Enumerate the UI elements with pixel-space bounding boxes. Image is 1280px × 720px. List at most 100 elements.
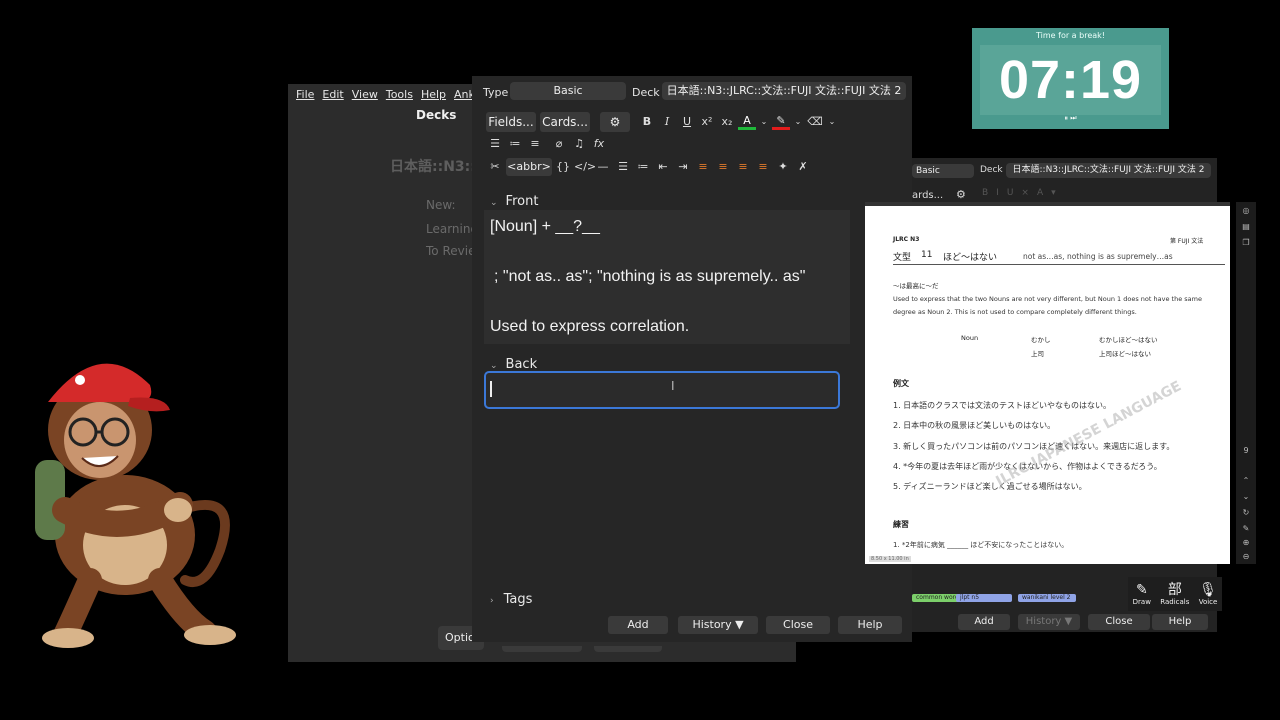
- radicals-tool[interactable]: 部 Radicals: [1160, 582, 1189, 606]
- cloze-icon[interactable]: ✂: [486, 158, 504, 176]
- editor-toolbar-row1: Fields... Cards... ⚙ B I U x² x₂ A ⌄ ✎ ⌄…: [486, 112, 838, 132]
- back-label[interactable]: ⌄ Back: [490, 353, 537, 372]
- attach-icon[interactable]: ⌀: [550, 135, 568, 153]
- pdf-explanation: Used to express that the two Nouns are n…: [893, 295, 1202, 316]
- pdf-meaning: not as…as, nothing is as supremely…as: [1023, 252, 1173, 261]
- editor-toolbar-row3: ✂ <abbr> {} </> — ☰ ≔ ⇤ ⇥ ≡ ≡ ≡ ≡ ✦ ✗: [486, 158, 812, 176]
- pdf-pattern: ほど〜はない: [943, 253, 998, 263]
- refresh-icon[interactable]: ↻: [1236, 508, 1256, 522]
- fields-button[interactable]: Fields...: [486, 112, 536, 132]
- note-type-selector[interactable]: Basic: [912, 164, 974, 178]
- history-button[interactable]: History ▼: [1018, 614, 1080, 630]
- zoom-in-icon[interactable]: ⊕: [1236, 538, 1256, 552]
- text-caret: [490, 381, 492, 397]
- add-button[interactable]: Add: [958, 614, 1010, 630]
- tag-chip[interactable]: jlpt n5: [956, 594, 1012, 602]
- abbr-button[interactable]: <abbr>: [506, 158, 552, 176]
- superscript-icon[interactable]: x²: [698, 113, 716, 131]
- bold-icon[interactable]: B: [638, 113, 656, 131]
- timer-controls[interactable]: ⏸ ⏭: [972, 114, 1169, 123]
- pdf-examples-heading: 例文: [893, 379, 909, 388]
- chevron-down-icon: ⌄: [490, 198, 498, 208]
- unordered-list-icon[interactable]: ☰: [614, 158, 632, 176]
- stat-learning: Learning: [426, 222, 479, 236]
- chevron-down-icon[interactable]: ⌄: [1236, 492, 1256, 506]
- subscript-icon[interactable]: x₂: [718, 113, 736, 131]
- pdf-example: 5. ディズニーランドほど楽しく過ごせる場所はない。: [893, 482, 1087, 491]
- cards-button[interactable]: Cards...: [540, 112, 590, 132]
- deck-name[interactable]: 日本語::N3::: [390, 156, 476, 176]
- note-type-selector[interactable]: Basic: [510, 82, 626, 100]
- pdf-table-cell: むかし: [1031, 336, 1051, 344]
- pdf-viewer[interactable]: JLRC N3 第 FUJI 文法 文型 11 ほど〜はない not as…as…: [865, 202, 1230, 564]
- bookmark-icon[interactable]: ▤: [1236, 222, 1256, 236]
- menu-edit[interactable]: Edit: [322, 88, 343, 102]
- timer-caption: Time for a break!: [1036, 31, 1105, 40]
- align-icon[interactable]: ≡: [526, 135, 544, 153]
- menu-bar: File Edit View Tools Help Anki: [288, 84, 488, 106]
- chevron-down-icon[interactable]: ⌄: [758, 113, 770, 131]
- pdf-side-toolbar: ◎ ▤ ❐ 9 ⌃ ⌄ ↻ ✎ ⊕ ⊖: [1236, 202, 1256, 564]
- menu-view[interactable]: View: [352, 88, 378, 102]
- horizontal-rule-icon[interactable]: —: [594, 158, 612, 176]
- back-field[interactable]: I: [484, 371, 840, 409]
- voice-tool[interactable]: 🎙 Voice: [1199, 582, 1218, 606]
- page-number-icon[interactable]: 9: [1236, 446, 1256, 460]
- help-button[interactable]: Help: [838, 616, 902, 634]
- align-right-icon[interactable]: ≡: [734, 158, 752, 176]
- tags-label[interactable]: › Tags: [490, 588, 532, 607]
- edit-icon[interactable]: ✎: [1236, 524, 1256, 538]
- align-left-icon[interactable]: ≡: [714, 158, 732, 176]
- eraser-icon[interactable]: ⌫: [806, 113, 824, 131]
- indent-icon[interactable]: ⇥: [674, 158, 692, 176]
- text-color-icon[interactable]: A: [738, 114, 756, 130]
- input-tools-panel: ✎ Draw 部 Radicals 🎙 Voice: [1128, 577, 1222, 611]
- front-field[interactable]: [Noun] + __?__ ; "not as.. as"; "nothing…: [484, 210, 850, 344]
- deck-label: Deck: [632, 86, 660, 99]
- pdf-table-cell: 上司: [1031, 350, 1044, 358]
- history-button[interactable]: History ▼: [678, 616, 758, 634]
- pdf-header-left: JLRC N3: [893, 236, 920, 243]
- html-editor-icon[interactable]: </>: [574, 158, 596, 176]
- pdf-header-right: 第 FUJI 文法: [1170, 238, 1204, 245]
- zoom-out-icon[interactable]: ⊖: [1236, 552, 1256, 566]
- menu-tools[interactable]: Tools: [386, 88, 413, 102]
- add-button[interactable]: Add: [608, 616, 668, 634]
- magic-icon[interactable]: ✦: [774, 158, 792, 176]
- gear-icon[interactable]: ⚙: [600, 112, 630, 132]
- menu-help[interactable]: Help: [421, 88, 446, 102]
- chevron-down-icon: ⌄: [490, 361, 498, 371]
- close-button[interactable]: Close: [766, 616, 830, 634]
- math-icon[interactable]: fx: [590, 135, 608, 153]
- deck-selector[interactable]: 日本語::N3::JLRC::文法::FUJI 文法::FUJI 文法 2: [1006, 163, 1211, 178]
- draw-tool[interactable]: ✎ Draw: [1133, 582, 1151, 606]
- chevron-down-icon[interactable]: ⌄: [792, 113, 804, 131]
- radicals-icon: 部: [1167, 582, 1182, 598]
- help-button[interactable]: Help: [1152, 614, 1208, 630]
- outdent-icon[interactable]: ⇤: [654, 158, 672, 176]
- justify-icon[interactable]: ≡: [754, 158, 772, 176]
- settings-icon[interactable]: ◎: [1236, 206, 1256, 220]
- close-button[interactable]: Close: [1088, 614, 1150, 630]
- braces-icon[interactable]: {}: [554, 158, 572, 176]
- align-center-icon[interactable]: ≡: [694, 158, 712, 176]
- chevron-up-icon[interactable]: ⌃: [1236, 476, 1256, 490]
- italic-icon[interactable]: I: [658, 113, 676, 131]
- stat-new: New:: [426, 198, 456, 212]
- underline-icon[interactable]: U: [678, 113, 696, 131]
- deck-selector[interactable]: 日本語::N3::JLRC::文法::FUJI 文法::FUJI 文法 2: [662, 82, 906, 100]
- clear-format-icon[interactable]: ✗: [794, 158, 812, 176]
- gear-icon[interactable]: ⚙: [956, 188, 966, 201]
- highlight-icon[interactable]: ✎: [772, 114, 790, 130]
- tag-chip[interactable]: wanikani level 2: [1018, 594, 1076, 602]
- hidden-button: [594, 646, 662, 652]
- copy-icon[interactable]: ❐: [1236, 238, 1256, 252]
- chevron-down-icon[interactable]: ⌄: [826, 113, 838, 131]
- numbered-list-icon[interactable]: ≔: [506, 135, 524, 153]
- break-timer: Time for a break! 07:19 ⏸ ⏭: [972, 28, 1169, 129]
- record-audio-icon[interactable]: ♫: [570, 135, 588, 153]
- front-label[interactable]: ⌄ Front: [490, 190, 538, 209]
- bullet-list-icon[interactable]: ☰: [486, 135, 504, 153]
- ordered-list-icon[interactable]: ≔: [634, 158, 652, 176]
- menu-file[interactable]: File: [296, 88, 314, 102]
